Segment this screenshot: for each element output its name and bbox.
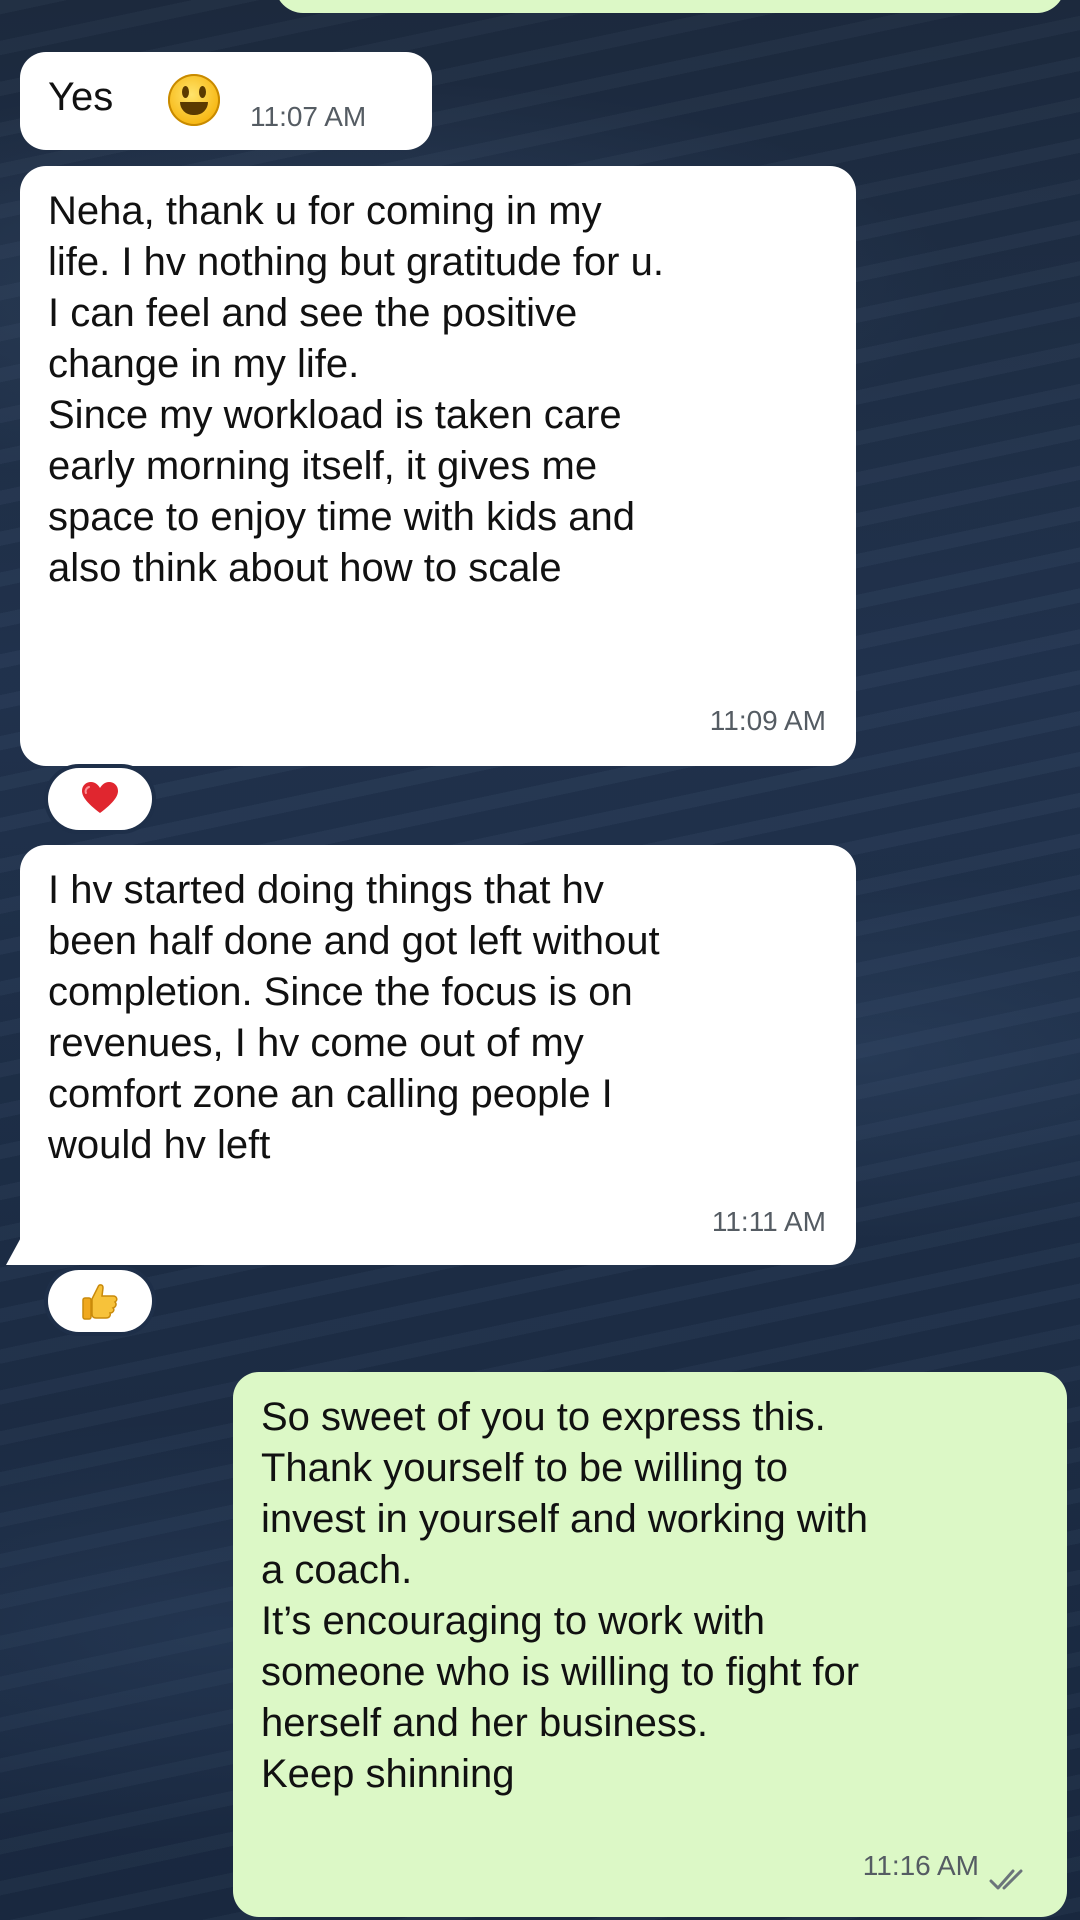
grinning-face-emoji-icon bbox=[168, 74, 220, 126]
message-reaction-badge[interactable] bbox=[48, 1270, 152, 1332]
message-timestamp: 11:07 AM bbox=[250, 101, 367, 132]
previous-outgoing-bubble-edge[interactable] bbox=[275, 0, 1065, 13]
incoming-message-bubble[interactable]: Yes 11:07 AM bbox=[20, 52, 432, 150]
message-timestamp: 11:16 AM bbox=[862, 1850, 979, 1881]
thumbs-up-icon bbox=[82, 1284, 118, 1320]
message-reaction-badge[interactable] bbox=[48, 768, 152, 830]
message-text: I hv started doing things that hv been h… bbox=[48, 868, 660, 1167]
message-timestamp: 11:09 AM bbox=[709, 705, 826, 736]
red-heart-icon bbox=[82, 782, 118, 813]
message-timestamp: 11:11 AM bbox=[711, 1206, 826, 1237]
bubble-tail bbox=[6, 1232, 24, 1265]
outgoing-message-bubble[interactable]: So sweet of you to express this. Thank y… bbox=[233, 1372, 1067, 1917]
message-text: So sweet of you to express this. Thank y… bbox=[261, 1395, 868, 1796]
incoming-message-bubble[interactable]: Neha, thank u for coming in my life. I h… bbox=[20, 166, 856, 766]
message-text: Neha, thank u for coming in my life. I h… bbox=[48, 189, 664, 590]
message-text: Yes bbox=[48, 75, 114, 119]
double-check-read-icon bbox=[989, 1869, 1023, 1890]
incoming-message-bubble[interactable]: I hv started doing things that hv been h… bbox=[20, 845, 856, 1265]
